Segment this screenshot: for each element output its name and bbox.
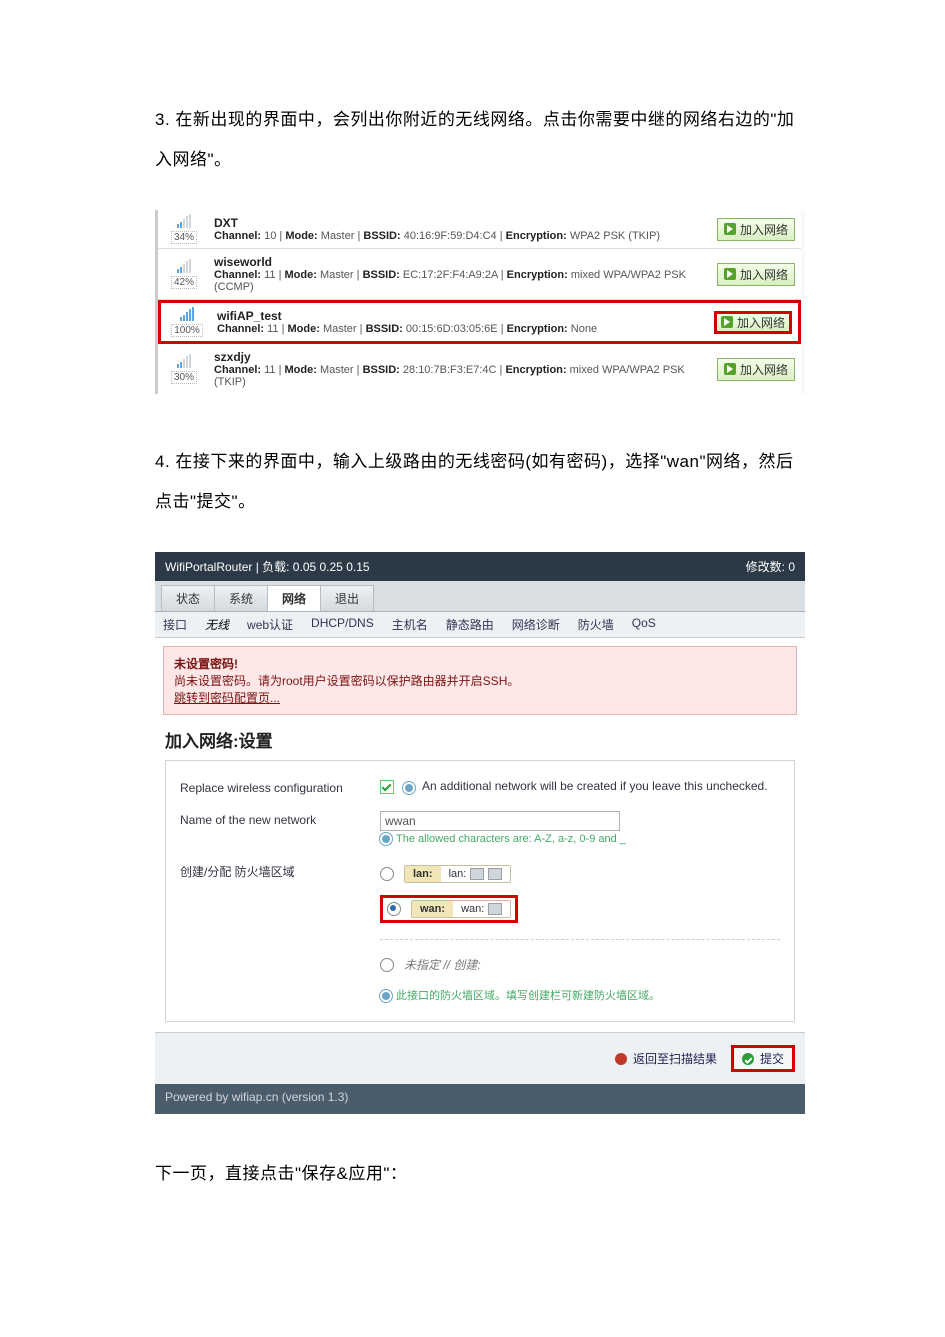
- ssid-label: szxdjy: [214, 350, 717, 364]
- signal-percent: 30%: [171, 371, 197, 384]
- network-row-selected: 100% wifiAP_test Channel: 11 | Mode: Mas…: [158, 300, 801, 344]
- signal-percent: 42%: [171, 276, 197, 289]
- zone-lan-badge: lan: lan:: [404, 865, 511, 883]
- network-meta: Channel: 10 | Mode: Master | BSSID: 40:1…: [214, 230, 717, 242]
- tab-system[interactable]: 系统: [214, 585, 268, 611]
- signal-bars-icon: [177, 354, 191, 368]
- no-password-warning: 未设置密码! 尚未设置密码。请为root用户设置密码以保护路由器并开启SSH。 …: [163, 646, 797, 715]
- network-meta: Channel: 11 | Mode: Master | BSSID: 00:1…: [217, 323, 714, 335]
- signal-col: 34%: [158, 214, 210, 244]
- signal-bars-icon: [177, 259, 191, 273]
- check-icon: [742, 1053, 754, 1065]
- subtab-hostname[interactable]: 主机名: [392, 616, 428, 633]
- instruction-4: 4. 在接下来的界面中，输入上级路由的无线密码(如有密码)，选择"wan"网络，…: [155, 442, 805, 522]
- warning-title: 未设置密码!: [174, 657, 238, 671]
- join-label: 加入网络: [740, 361, 788, 378]
- network-name-input[interactable]: [380, 811, 620, 831]
- signal-bars-icon: [177, 214, 191, 228]
- join-label: 加入网络: [740, 266, 788, 283]
- form-footer: 返回至扫描结果 提交: [155, 1032, 805, 1084]
- play-icon: [724, 363, 736, 375]
- signal-col: 30%: [158, 354, 210, 384]
- zone-wan-radio[interactable]: [387, 902, 401, 916]
- subtab-static-route[interactable]: 静态路由: [446, 616, 494, 633]
- network-row: 34% DXT Channel: 10 | Mode: Master | BSS…: [158, 210, 801, 249]
- subtab-wireless[interactable]: 无线: [205, 616, 229, 633]
- firewall-zone-label: 创建/分配 防火墙区域: [180, 861, 380, 880]
- instruction-3: 3. 在新出现的界面中，会列出你附近的无线网络。点击你需要中继的网络右边的"加入…: [155, 100, 805, 180]
- ssid-label: DXT: [214, 216, 717, 230]
- zone-lan-radio[interactable]: [380, 867, 394, 881]
- zone-wan-badge: wan: wan:: [411, 900, 511, 918]
- play-icon: [724, 268, 736, 280]
- signal-percent: 100%: [171, 324, 203, 337]
- zone-hint: 此接口的防火墙区域。填写创建栏可新建防火墙区域。: [380, 987, 780, 1003]
- subtab-diagnostics[interactable]: 网络诊断: [512, 616, 560, 633]
- subtab-firewall[interactable]: 防火墙: [578, 616, 614, 633]
- network-name-hint: The allowed characters are: A-Z, a-z, 0-…: [380, 833, 780, 845]
- tab-status[interactable]: 状态: [161, 585, 215, 611]
- replace-config-checkbox[interactable]: [380, 780, 394, 794]
- back-icon: [615, 1053, 627, 1065]
- network-row: 42% wiseworld Channel: 11 | Mode: Master…: [158, 249, 801, 300]
- join-network-button[interactable]: 加入网络: [717, 358, 795, 381]
- tab-logout[interactable]: 退出: [320, 585, 374, 611]
- panel-header: WifiPortalRouter | 负载: 0.05 0.25 0.15 修改…: [155, 552, 805, 581]
- interface-icon: [470, 868, 484, 880]
- back-to-scan-link[interactable]: 返回至扫描结果: [615, 1045, 717, 1072]
- join-network-button[interactable]: 加入网络: [714, 311, 792, 334]
- tab-network[interactable]: 网络: [267, 585, 321, 611]
- play-icon: [724, 223, 736, 235]
- join-label: 加入网络: [740, 221, 788, 238]
- info-icon: [403, 780, 419, 794]
- top-tabs: 状态 系统 网络 退出: [155, 581, 805, 612]
- subtab-webauth[interactable]: web认证: [247, 616, 293, 633]
- network-name-label: Name of the new network: [180, 811, 380, 827]
- interface-icon: [488, 868, 502, 880]
- ssid-label: wifiAP_test: [217, 309, 714, 323]
- signal-col: 100%: [161, 307, 213, 337]
- header-title: WifiPortalRouter | 负载: 0.05 0.25 0.15: [165, 558, 370, 575]
- network-row: 30% szxdjy Channel: 11 | Mode: Master | …: [158, 344, 801, 394]
- join-label: 加入网络: [737, 314, 785, 331]
- signal-bars-icon: [180, 307, 194, 321]
- join-network-button[interactable]: 加入网络: [717, 218, 795, 241]
- submit-button[interactable]: 提交: [731, 1045, 795, 1072]
- replace-config-hint: An additional network will be created if…: [422, 779, 768, 793]
- zone-none-radio[interactable]: [380, 958, 394, 972]
- network-meta: Channel: 11 | Mode: Master | BSSID: EC:1…: [214, 269, 717, 293]
- router-settings-panel: WifiPortalRouter | 负载: 0.05 0.25 0.15 修改…: [155, 552, 805, 1114]
- header-changes: 修改数: 0: [746, 558, 795, 575]
- ssid-label: wiseworld: [214, 255, 717, 269]
- join-network-form: Replace wireless configuration An additi…: [165, 760, 795, 1022]
- play-icon: [721, 316, 733, 328]
- instruction-next: 下一页，直接点击"保存&应用"：: [155, 1154, 805, 1194]
- section-title: 加入网络:设置: [155, 723, 805, 760]
- subtab-interfaces[interactable]: 接口: [163, 616, 187, 633]
- interface-icon: [488, 903, 502, 915]
- replace-config-label: Replace wireless configuration: [180, 779, 380, 795]
- signal-percent: 34%: [171, 231, 197, 244]
- subtab-dhcp[interactable]: DHCP/DNS: [311, 616, 374, 633]
- signal-col: 42%: [158, 259, 210, 289]
- sub-tabs: 接口 无线 web认证 DHCP/DNS 主机名 静态路由 网络诊断 防火墙 Q…: [155, 612, 805, 638]
- password-page-link[interactable]: 跳转到密码配置页...: [174, 691, 280, 705]
- network-scan-list: 34% DXT Channel: 10 | Mode: Master | BSS…: [155, 210, 805, 394]
- subtab-qos[interactable]: QoS: [632, 616, 656, 633]
- footer-powered-by: Powered by wifiap.cn (version 1.3): [155, 1084, 805, 1114]
- network-meta: Channel: 11 | Mode: Master | BSSID: 28:1…: [214, 364, 717, 388]
- zone-none-label: 未指定 // 创建:: [404, 956, 481, 973]
- join-network-button[interactable]: 加入网络: [717, 263, 795, 286]
- warning-body: 尚未设置密码。请为root用户设置密码以保护路由器并开启SSH。: [174, 674, 519, 688]
